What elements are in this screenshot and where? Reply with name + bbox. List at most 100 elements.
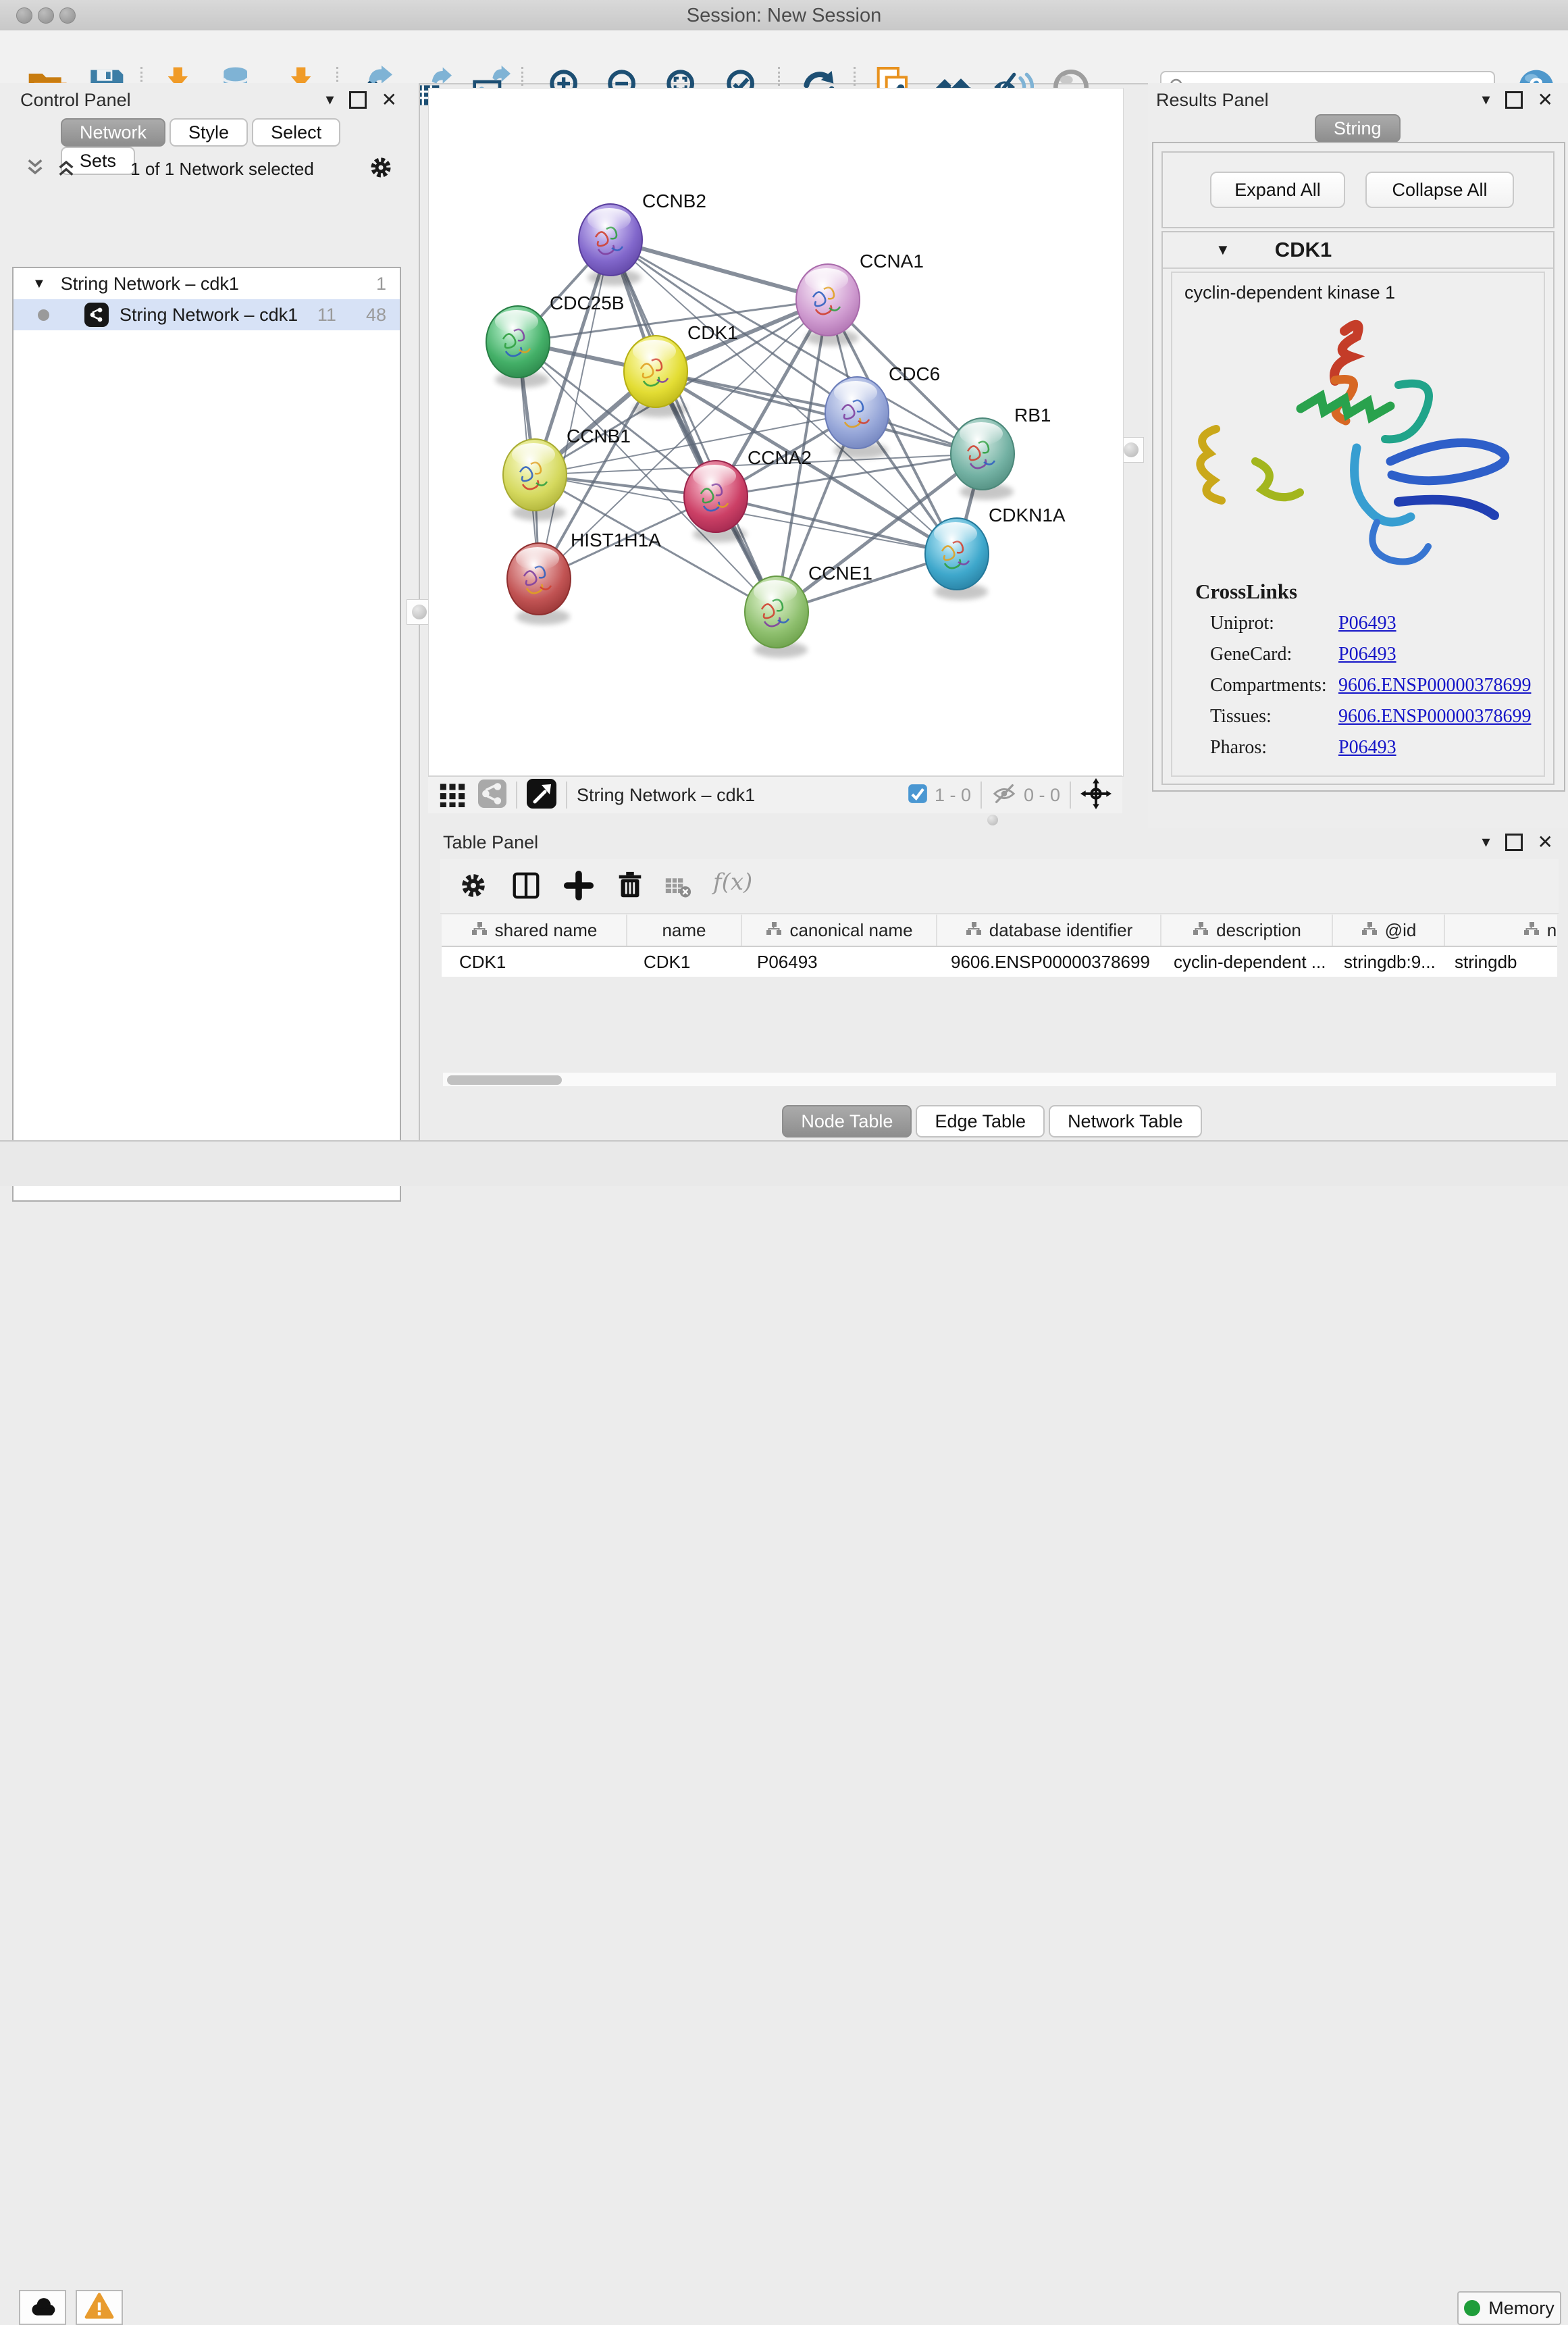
control-panel-close-icon[interactable]: ✕ [382, 88, 397, 111]
table-panel-float-icon[interactable]: ▾ [1482, 832, 1490, 852]
delete-column-trash-icon[interactable] [615, 870, 646, 904]
table-cell[interactable]: 9606.ENSP00000378699 [933, 947, 1156, 977]
crosslink-value[interactable]: 9606.ENSP00000378699 [1338, 706, 1531, 727]
table-horizontal-scrollbar[interactable] [443, 1073, 1556, 1086]
network-list: ▼ String Network – cdk1 1 String Network… [12, 267, 401, 1202]
grid-view-icon[interactable] [439, 780, 466, 811]
column-header[interactable]: shared name [442, 915, 627, 946]
collection-expand-icon[interactable]: ▼ [32, 276, 46, 292]
add-column-icon[interactable] [563, 870, 594, 904]
column-header[interactable]: description [1161, 915, 1333, 946]
string-service-icon[interactable] [478, 780, 506, 811]
expand-all-networks-icon[interactable] [55, 157, 77, 182]
gene-collapse-icon[interactable]: ▼ [1216, 241, 1230, 259]
column-header-label: @id [1385, 920, 1417, 941]
string-network-graph[interactable]: CCNB2CCNA1CDC25BCDK1CDC6RB1CCNB1CCNA2CDK… [429, 88, 1123, 776]
results-panel-maximize-icon[interactable] [1505, 91, 1523, 109]
crosslink-value[interactable]: P06493 [1338, 613, 1396, 634]
tab-network[interactable]: Network [61, 118, 165, 147]
crosslink-row: Compartments:9606.ENSP00000378699 [1210, 670, 1544, 701]
column-header[interactable]: name [627, 915, 742, 946]
gene-details: cyclin-dependent kinase 1 CrossLinks [1171, 272, 1545, 777]
column-header[interactable]: @id [1333, 915, 1445, 946]
collapse-all-networks-icon[interactable] [24, 157, 46, 182]
collection-count: 1 [376, 274, 386, 295]
network-node-RB1[interactable]: RB1 [951, 405, 1051, 500]
node-label-RB1: RB1 [1014, 405, 1051, 426]
crosslink-value[interactable]: P06493 [1338, 644, 1396, 665]
network-options-gear-icon[interactable] [367, 154, 394, 184]
network-edge-CCNB2-CCNE1[interactable] [610, 240, 777, 612]
network-node-CDKN1A[interactable]: CDKN1A [925, 505, 1066, 600]
table-scrollbar-thumb[interactable] [447, 1075, 562, 1085]
table-cell[interactable]: stringdb [1437, 947, 1557, 977]
results-panel-close-icon[interactable]: ✕ [1538, 88, 1553, 111]
tab-network-table[interactable]: Network Table [1049, 1105, 1202, 1138]
table-row[interactable]: CDK1CDK1P064939606.ENSP00000378699cyclin… [442, 947, 1557, 977]
tab-string-results[interactable]: String [1315, 114, 1401, 143]
move-crosshair-icon[interactable] [1080, 778, 1112, 813]
column-header[interactable]: namespace [1445, 915, 1557, 946]
column-header[interactable]: database identifier [937, 915, 1161, 946]
network-node-CCNE1[interactable]: CCNE1 [745, 563, 872, 658]
tab-edge-table[interactable]: Edge Table [916, 1105, 1045, 1138]
results-panel-title: Results Panel [1156, 90, 1269, 111]
network-node-CCNB2[interactable]: CCNB2 [579, 190, 706, 286]
collapse-all-button[interactable]: Collapse All [1365, 172, 1514, 208]
network-row[interactable]: String Network – cdk1 11 48 [14, 299, 400, 330]
node-label-HIST1H1A: HIST1H1A [571, 530, 661, 551]
network-edge-CCNB2-HIST1H1A[interactable] [539, 240, 610, 579]
network-canvas[interactable]: CCNB2CCNA1CDC25BCDK1CDC6RB1CCNB1CCNA2CDK… [428, 88, 1124, 777]
function-builder-icon[interactable]: f(x) [713, 869, 752, 896]
crosslink-value[interactable]: 9606.ENSP00000378699 [1338, 675, 1531, 696]
tab-select[interactable]: Select [252, 118, 340, 147]
tree-sort-icon [1192, 920, 1209, 941]
tab-node-table[interactable]: Node Table [782, 1105, 912, 1138]
tab-style[interactable]: Style [169, 118, 248, 147]
table-cell[interactable]: stringdb:9... [1326, 947, 1437, 977]
gene-section-header[interactable]: ▼ CDK1 [1163, 232, 1553, 269]
network-node-CDC6[interactable]: CDC6 [825, 363, 940, 459]
gene-symbol: CDK1 [1275, 238, 1332, 262]
table-panel-close-icon[interactable]: ✕ [1538, 831, 1553, 853]
results-panel-float-icon[interactable]: ▾ [1482, 90, 1490, 109]
hidden-eye-icon[interactable] [991, 781, 1017, 810]
warning-button[interactable] [76, 2290, 123, 2325]
crosslink-label: Pharos: [1210, 732, 1338, 763]
control-panel-maximize-icon[interactable] [349, 91, 367, 109]
status-bar: Memory [0, 1140, 1568, 1186]
show-columns-icon[interactable] [511, 870, 542, 904]
node-label-CDK1: CDK1 [687, 322, 738, 343]
table-settings-gear-icon[interactable] [458, 870, 489, 904]
node-label-CDC25B: CDC25B [550, 292, 624, 313]
table-cell[interactable]: CDK1 [626, 947, 739, 977]
selected-checkbox-icon[interactable] [908, 784, 928, 807]
network-node-CCNA2[interactable]: CCNA2 [684, 447, 812, 542]
network-node-HIST1H1A[interactable]: HIST1H1A [507, 530, 661, 625]
table-cell[interactable]: CDK1 [442, 947, 626, 977]
expand-all-button[interactable]: Expand All [1210, 172, 1345, 208]
bottom-splitter-handle[interactable] [987, 815, 998, 825]
memory-button[interactable]: Memory [1457, 2291, 1561, 2325]
cloud-button[interactable] [19, 2290, 66, 2325]
table-panel-maximize-icon[interactable] [1505, 834, 1523, 851]
tree-sort-icon [1523, 920, 1540, 941]
control-panel-float-icon[interactable]: ▾ [325, 90, 334, 109]
node-label-CCNE1: CCNE1 [808, 563, 872, 584]
table-cell[interactable]: P06493 [739, 947, 933, 977]
delete-table-icon[interactable] [664, 875, 691, 902]
collection-name: String Network – cdk1 [61, 274, 239, 295]
column-header-label: database identifier [989, 920, 1132, 941]
network-node-count: 11 [317, 305, 336, 326]
network-node-CDC25B[interactable]: CDC25B [486, 292, 624, 388]
network-selected-status: 1 of 1 Network selected [77, 159, 367, 180]
table-cell[interactable]: cyclin-dependent ... [1156, 947, 1326, 977]
network-node-CCNB1[interactable]: CCNB1 [503, 426, 631, 521]
network-collection-row[interactable]: ▼ String Network – cdk1 1 [14, 268, 400, 299]
birds-eye-view-icon[interactable] [527, 779, 556, 812]
memory-label: Memory [1488, 2298, 1554, 2319]
main-toolbar: ? [0, 30, 1568, 84]
crosslink-label: Uniprot: [1210, 608, 1338, 639]
crosslink-value[interactable]: P06493 [1338, 737, 1396, 758]
column-header[interactable]: canonical name [742, 915, 937, 946]
